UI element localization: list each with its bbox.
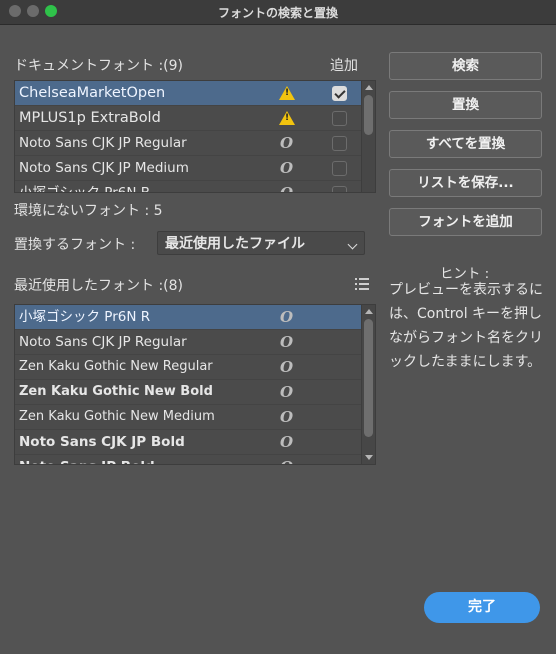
recent-font-name: Noto Sans CJK JP Bold	[19, 434, 185, 450]
opentype-icon: O	[280, 358, 294, 376]
doc-font-name: ChelseaMarketOpen	[19, 85, 166, 101]
recent-fonts-scrollbar[interactable]	[361, 305, 375, 464]
scroll-up-icon[interactable]	[365, 309, 373, 314]
document-fonts-list[interactable]: ChelseaMarketOpen MPLUS1p ExtraBold Noto…	[14, 80, 376, 193]
scroll-up-icon[interactable]	[365, 85, 373, 90]
doc-font-row[interactable]: Noto Sans CJK JP Medium O	[15, 156, 361, 181]
scroll-down-icon[interactable]	[365, 455, 373, 460]
window-title: フォントの検索と置換	[217, 6, 338, 20]
opentype-icon: O	[280, 455, 293, 464]
add-checkbox[interactable]	[332, 136, 347, 151]
doc-font-name: Noto Sans CJK JP Regular	[19, 135, 187, 151]
recent-font-name: Noto Sans JP Bold	[19, 455, 155, 464]
doc-font-row[interactable]: 小塚ゴシック Pr6N B O	[15, 181, 361, 193]
recent-fonts-list[interactable]: 小塚ゴシック Pr6N R O Noto Sans CJK JP Regular…	[14, 304, 376, 465]
doc-font-row[interactable]: ChelseaMarketOpen	[15, 81, 361, 106]
add-checkbox[interactable]	[332, 111, 347, 126]
add-column-header: 追加	[330, 58, 358, 74]
recent-font-row[interactable]: Noto Sans CJK JP Regular O	[15, 330, 361, 355]
replace-all-button[interactable]: すべてを置換	[389, 130, 542, 158]
replace-source-value: 最近使用したファイル	[165, 236, 305, 252]
doc-font-name: Noto Sans CJK JP Medium	[19, 160, 189, 176]
replace-source-dropdown[interactable]: 最近使用したファイル	[157, 231, 365, 255]
recent-font-row[interactable]: Zen Kaku Gothic New Regular O	[15, 355, 361, 380]
warning-icon	[279, 111, 295, 125]
scroll-thumb[interactable]	[364, 95, 373, 135]
add-font-button[interactable]: フォントを追加	[389, 208, 542, 236]
done-button[interactable]: 完了	[424, 592, 540, 623]
replace-with-label: 置換するフォント :	[14, 237, 136, 253]
add-checkbox[interactable]	[332, 86, 347, 101]
doc-font-name: 小塚ゴシック Pr6N B	[19, 185, 150, 193]
opentype-icon: O	[280, 333, 294, 351]
recent-font-row[interactable]: Noto Sans JP Bold O	[15, 455, 361, 464]
doc-font-row[interactable]: Noto Sans CJK JP Regular O	[15, 131, 361, 156]
recent-font-name: Noto Sans CJK JP Regular	[19, 334, 187, 350]
recent-font-name: 小塚ゴシック Pr6N R	[19, 309, 151, 325]
save-list-button[interactable]: リストを保存...	[389, 169, 542, 197]
add-checkbox[interactable]	[332, 186, 347, 192]
opentype-icon: O	[280, 308, 294, 326]
opentype-icon: O	[280, 184, 294, 193]
scroll-thumb[interactable]	[364, 319, 373, 437]
recent-fonts-header: 最近使用したフォント :(8)	[14, 278, 183, 294]
missing-fonts-count: 環境にないフォント : 5	[14, 203, 163, 219]
recent-font-row[interactable]: 小塚ゴシック Pr6N R O	[15, 305, 361, 330]
opentype-icon: O	[280, 433, 294, 451]
list-view-icon[interactable]	[355, 278, 369, 290]
opentype-icon: O	[280, 408, 294, 426]
chevron-down-icon	[347, 239, 358, 250]
document-fonts-header: ドキュメントフォント :(9)	[14, 58, 183, 74]
document-fonts-scrollbar[interactable]	[361, 81, 375, 192]
search-button[interactable]: 検索	[389, 52, 542, 80]
opentype-icon: O	[280, 134, 294, 152]
hint-text: プレビューを表示するには、Control キーを押しながらフォント名をクリックし…	[389, 282, 543, 370]
title-bar: フォントの検索と置換	[0, 0, 556, 25]
opentype-icon: O	[280, 159, 294, 177]
recent-font-row[interactable]: Noto Sans CJK JP Bold O	[15, 430, 361, 455]
warning-icon	[279, 86, 295, 100]
recent-font-row[interactable]: Zen Kaku Gothic New Medium O	[15, 405, 361, 430]
recent-font-name: Zen Kaku Gothic New Bold	[19, 384, 213, 399]
recent-font-row[interactable]: Zen Kaku Gothic New Bold O	[15, 380, 361, 405]
doc-font-name: MPLUS1p ExtraBold	[19, 110, 161, 126]
opentype-icon: O	[280, 383, 294, 401]
doc-font-row[interactable]: MPLUS1p ExtraBold	[15, 106, 361, 131]
replace-button[interactable]: 置換	[389, 91, 542, 119]
add-checkbox[interactable]	[332, 161, 347, 176]
recent-font-name: Zen Kaku Gothic New Regular	[19, 359, 213, 374]
recent-font-name: Zen Kaku Gothic New Medium	[19, 409, 215, 424]
